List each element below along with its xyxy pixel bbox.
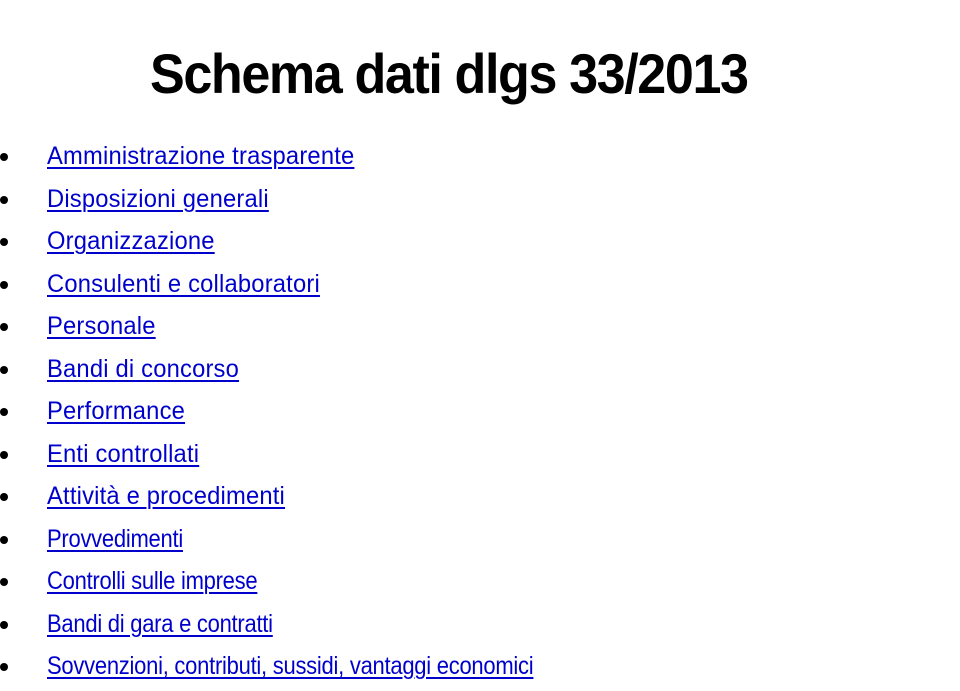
- bullet-icon: [0, 535, 8, 544]
- bullet-icon: [0, 195, 8, 204]
- bullet-icon: [0, 408, 8, 416]
- bullet-icon: [0, 663, 8, 671]
- link-personale[interactable]: Personale: [47, 308, 156, 344]
- bullet-icon: [0, 153, 8, 161]
- link-amministrazione-trasparente[interactable]: Amministrazione trasparente: [47, 138, 354, 174]
- link-performance[interactable]: Performance: [47, 393, 185, 429]
- link-consulenti-e-collaboratori[interactable]: Consulenti e collaboratori: [47, 266, 320, 302]
- bullet-icon: [0, 280, 8, 289]
- bullet-icon: [0, 493, 8, 501]
- link-sovvenzioni-contributi-sussidi-vantaggi-economici[interactable]: Sovvenzioni, contributi, sussidi, vantag…: [47, 648, 534, 684]
- link-bandi-di-gara-e-contratti[interactable]: Bandi di gara e contratti: [47, 606, 273, 642]
- bullet-icon: [0, 365, 8, 374]
- page-title: Schema dati dlgs 33/2013: [150, 41, 749, 105]
- link-organizzazione[interactable]: Organizzazione: [47, 223, 215, 259]
- bullet-icon: [0, 578, 8, 586]
- link-enti-controllati[interactable]: Enti controllati: [47, 436, 199, 472]
- link-bandi-di-concorso[interactable]: Bandi di concorso: [47, 351, 239, 387]
- bullet-icon: [0, 323, 8, 331]
- bullet-icon: [0, 620, 8, 629]
- link-disposizioni-generali[interactable]: Disposizioni generali: [47, 181, 269, 217]
- bullet-icon: [0, 238, 8, 246]
- link-provvedimenti[interactable]: Provvedimenti: [47, 521, 183, 557]
- link-attivita-e-procedimenti[interactable]: Attività e procedimenti: [47, 478, 285, 514]
- link-controlli-sulle-imprese[interactable]: Controlli sulle imprese: [47, 563, 258, 599]
- bullet-icon: [0, 450, 8, 459]
